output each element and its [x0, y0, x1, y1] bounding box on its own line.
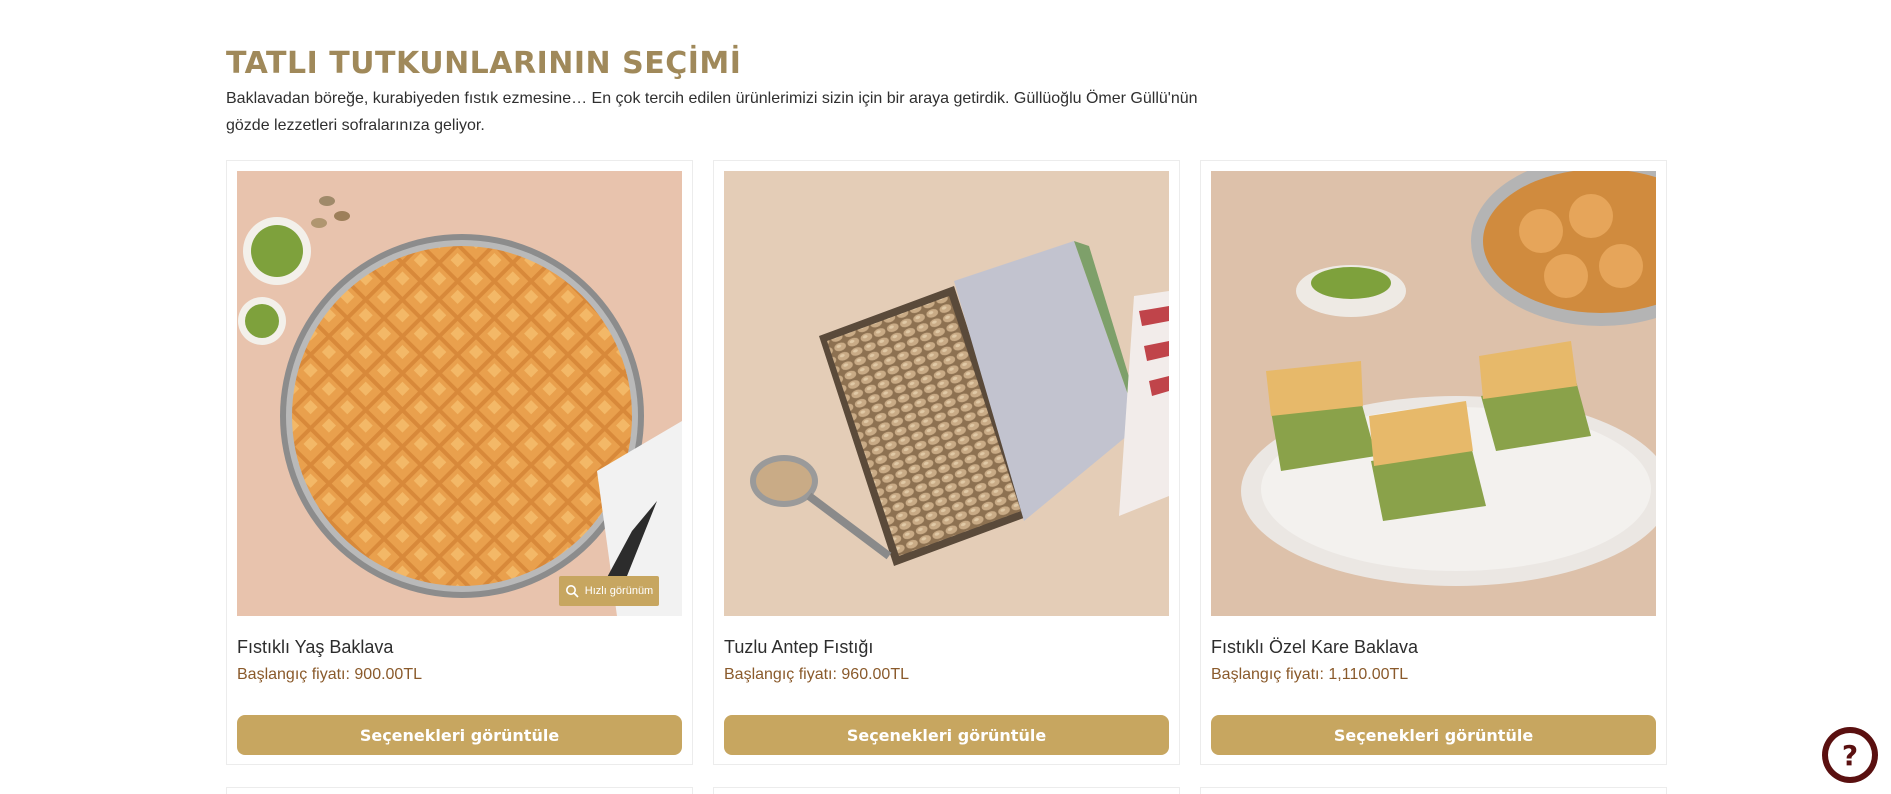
view-options-button[interactable]: Seçenekleri görüntüle: [724, 715, 1169, 755]
section-title: TATLI TUTKUNLARININ SEÇİMİ: [226, 46, 742, 81]
next-row-card: [713, 787, 1180, 794]
next-row-card: [226, 787, 693, 794]
product-card[interactable]: Hızlı görünüm Fıstıklı Yaş Baklava Başla…: [226, 160, 693, 765]
pistachio-box-illustration: [724, 171, 1169, 616]
product-price: Başlangıç fiyatı: 1,110.00TL: [1211, 666, 1409, 683]
product-name[interactable]: Fıstıklı Yaş Baklava: [237, 637, 393, 658]
product-price: Başlangıç fiyatı: 900.00TL: [237, 666, 422, 683]
product-name[interactable]: Tuzlu Antep Fıstığı: [724, 637, 873, 658]
quick-view-label: Hızlı görünüm: [584, 585, 654, 597]
product-card[interactable]: Fıstıklı Özel Kare Baklava Başlangıç fiy…: [1200, 160, 1667, 765]
product-image-pistachio-box[interactable]: [724, 171, 1169, 616]
question-icon: ?: [1828, 733, 1872, 777]
product-price: Başlangıç fiyatı: 960.00TL: [724, 666, 909, 683]
product-grid: Hızlı görünüm Fıstıklı Yaş Baklava Başla…: [226, 160, 1667, 794]
view-options-button[interactable]: Seçenekleri görüntüle: [1211, 715, 1656, 755]
view-options-button[interactable]: Seçenekleri görüntüle: [237, 715, 682, 755]
help-button[interactable]: ?: [1822, 727, 1878, 783]
quick-view-button[interactable]: Hızlı görünüm: [559, 576, 659, 606]
product-image-square-baklava[interactable]: [1211, 171, 1656, 616]
next-row-card: [1200, 787, 1667, 794]
search-icon: [565, 585, 579, 598]
section-description: Baklavadan böreğe, kurabiyeden fıstık ez…: [226, 90, 1198, 134]
baklava-tray-illustration: [237, 171, 682, 616]
product-card[interactable]: Tuzlu Antep Fıstığı Başlangıç fiyatı: 96…: [713, 160, 1180, 765]
product-name[interactable]: Fıstıklı Özel Kare Baklava: [1211, 637, 1418, 658]
square-baklava-illustration: [1211, 171, 1656, 616]
product-image-baklava-tray[interactable]: [237, 171, 682, 616]
